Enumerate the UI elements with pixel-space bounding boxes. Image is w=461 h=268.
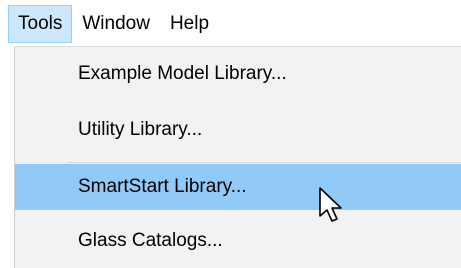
menu-window[interactable]: Window (72, 5, 160, 43)
menu-item-glass-catalogs[interactable]: Glass Catalogs... (15, 218, 461, 264)
menu-bar: Tools Window Help (0, 0, 461, 46)
menu-separator (67, 162, 461, 163)
application-window: Tools Window Help Example Model Library.… (0, 0, 461, 268)
menu-item-example-model-library[interactable]: Example Model Library... (15, 51, 461, 97)
arrow-pointer-icon (319, 187, 342, 222)
menu-item-smartstart-library[interactable]: SmartStart Library... (15, 164, 461, 210)
menu-help[interactable]: Help (160, 5, 219, 43)
menu-item-utility-library[interactable]: Utility Library... (15, 107, 461, 153)
menu-tools[interactable]: Tools (8, 5, 73, 43)
tools-dropdown-menu: Example Model Library... Utility Library… (14, 46, 461, 268)
